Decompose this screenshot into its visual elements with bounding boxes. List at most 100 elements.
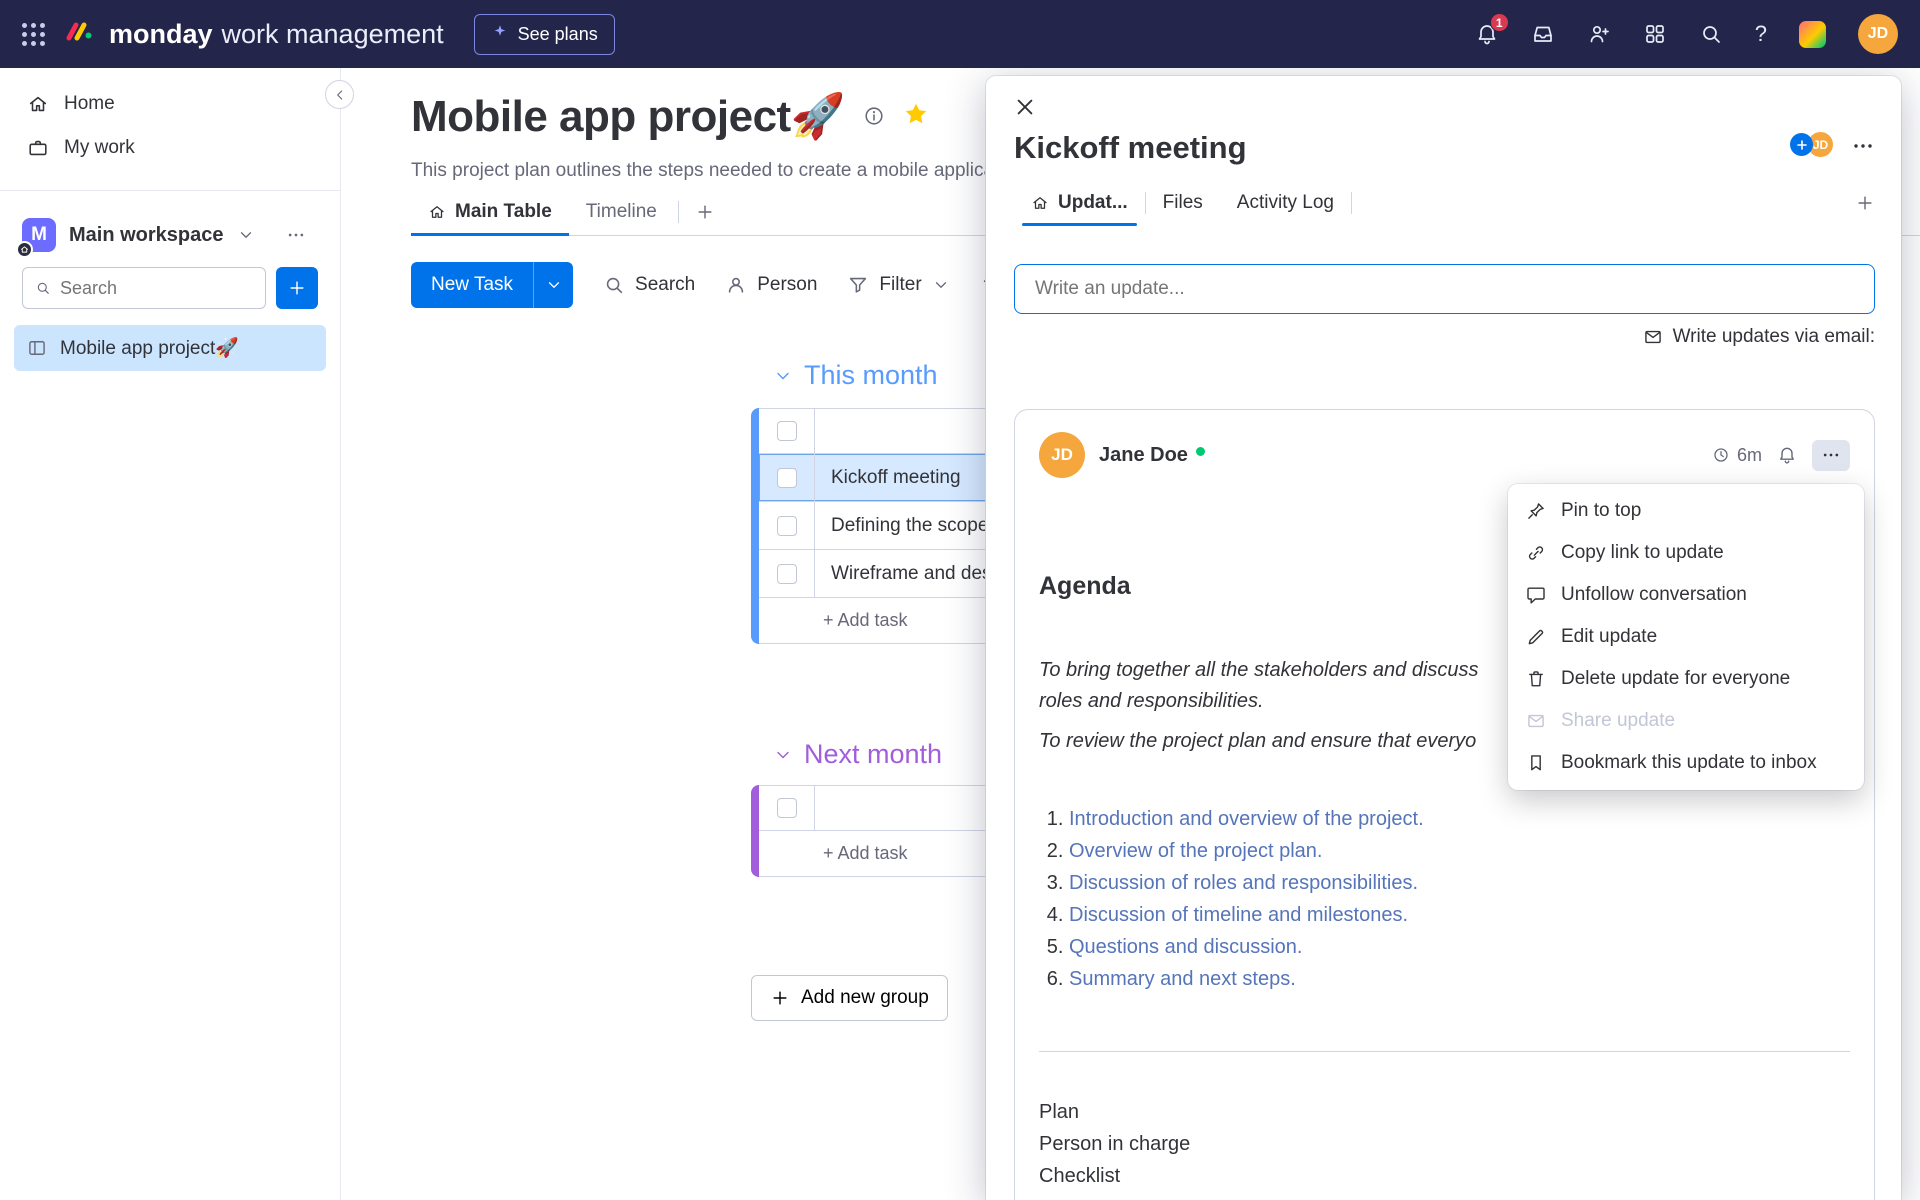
menu-item-label: Edit update <box>1561 626 1657 648</box>
tab-files[interactable]: Files <box>1146 180 1220 226</box>
sidebar-item-home[interactable]: Home <box>0 82 340 126</box>
workspace-more-icon[interactable] <box>286 225 306 245</box>
update-divider <box>1039 1051 1850 1052</box>
chevron-down-icon <box>932 276 950 294</box>
close-icon[interactable] <box>1014 96 1036 118</box>
author-name: Jane Doe <box>1099 444 1205 467</box>
add-new-group-button[interactable]: Add new group <box>751 975 948 1021</box>
tab-label: Files <box>1163 192 1203 214</box>
invite-members-icon[interactable] <box>1587 22 1611 46</box>
author-avatar[interactable]: JD <box>1039 432 1085 478</box>
notifications-bell-icon[interactable]: 1 <box>1475 22 1499 46</box>
panel-subscribers: JD <box>1790 130 1835 159</box>
pencil-icon <box>1526 627 1546 647</box>
tab-label: Updat... <box>1058 192 1128 214</box>
inbox-tray-icon[interactable] <box>1531 22 1555 46</box>
toolbar-search-label: Search <box>635 274 695 296</box>
update-context-menu: Pin to top Copy link to update Unfollow … <box>1508 484 1864 790</box>
see-plans-label: See plans <box>518 24 598 45</box>
chevron-down-icon[interactable] <box>773 745 793 765</box>
new-task-button[interactable]: New Task <box>411 262 573 308</box>
update-composer-input[interactable] <box>1035 278 1854 300</box>
chevron-down-icon[interactable] <box>237 226 255 244</box>
apps-marketplace-icon[interactable] <box>1643 22 1667 46</box>
user-avatar[interactable]: JD <box>1858 14 1898 54</box>
search-icon[interactable] <box>1699 22 1723 46</box>
update-composer[interactable] <box>1014 264 1875 314</box>
tab-updates[interactable]: Updat... <box>1014 180 1145 226</box>
workspace-home-badge-icon <box>16 241 33 258</box>
see-plans-button[interactable]: See plans <box>474 14 615 55</box>
menu-item-label: Delete update for everyone <box>1561 668 1790 690</box>
menu-item-unfollow-conversation[interactable]: Unfollow conversation <box>1508 574 1864 616</box>
help-icon[interactable]: ? <box>1755 21 1767 47</box>
tab-activity-log[interactable]: Activity Log <box>1220 180 1351 226</box>
workspace-row[interactable]: M Main workspace <box>0 213 340 257</box>
select-all-checkbox[interactable] <box>777 798 797 818</box>
agenda-link[interactable]: Overview of the project plan. <box>1069 840 1322 862</box>
sidebar-item-my-work[interactable]: My work <box>0 126 340 170</box>
task-name[interactable]: Defining the scope <box>831 515 988 537</box>
agenda-link[interactable]: Introduction and overview of the project… <box>1069 808 1424 830</box>
row-checkbox[interactable] <box>777 516 797 536</box>
add-view-button[interactable] <box>683 202 727 222</box>
group-header-this-month[interactable]: This month <box>773 360 938 391</box>
toolbar-filter-label: Filter <box>879 274 921 296</box>
row-checkbox[interactable] <box>777 564 797 584</box>
info-icon[interactable] <box>863 105 885 127</box>
new-task-dropdown[interactable] <box>533 262 573 308</box>
task-detail-panel: Kickoff meeting JD Updat... Files Activi… <box>986 76 1901 1200</box>
board-title[interactable]: Mobile app project🚀 <box>411 90 845 142</box>
menu-item-bookmark-update[interactable]: Bookmark this update to inbox <box>1508 742 1864 784</box>
sidebar-collapse-button[interactable] <box>325 80 354 109</box>
task-name[interactable]: Kickoff meeting <box>831 467 961 489</box>
menu-item-copy-link[interactable]: Copy link to update <box>1508 532 1864 574</box>
footer-line: Plan <box>1039 1096 1850 1128</box>
sidebar-search-input[interactable] <box>60 278 253 299</box>
group-header-next-month[interactable]: Next month <box>773 739 942 770</box>
workspace-avatar: M <box>22 218 56 252</box>
tab-label: Timeline <box>586 201 657 223</box>
select-all-checkbox[interactable] <box>777 421 797 441</box>
clock-icon <box>1712 446 1730 464</box>
add-tab-button[interactable] <box>1855 193 1875 213</box>
pin-icon <box>1526 501 1546 521</box>
brand-light: work management <box>222 19 444 50</box>
menu-item-edit-update[interactable]: Edit update <box>1508 616 1864 658</box>
toolbar-person-filter[interactable]: Person <box>725 274 817 296</box>
agenda-link[interactable]: Questions and discussion. <box>1069 936 1302 958</box>
panel-more-icon[interactable] <box>1851 134 1875 158</box>
chevron-down-icon[interactable] <box>773 366 793 386</box>
agenda-link[interactable]: Discussion of timeline and milestones. <box>1069 904 1408 926</box>
sidebar-search-box[interactable] <box>22 267 266 309</box>
home-icon <box>27 93 49 115</box>
row-checkbox[interactable] <box>777 468 797 488</box>
agenda-list-item: Introduction and overview of the project… <box>1069 803 1850 835</box>
update-more-button[interactable] <box>1812 440 1850 471</box>
tab-label: Activity Log <box>1237 192 1334 214</box>
online-status-dot <box>1196 447 1205 456</box>
menu-item-pin-to-top[interactable]: Pin to top <box>1508 490 1864 532</box>
topbar-actions: 1 ? JD <box>1475 14 1898 54</box>
agenda-link[interactable]: Summary and next steps. <box>1069 968 1296 990</box>
notification-badge: 1 <box>1490 13 1509 32</box>
add-board-button[interactable] <box>276 267 318 309</box>
menu-item-delete-update[interactable]: Delete update for everyone <box>1508 658 1864 700</box>
apps-grid-icon[interactable] <box>22 23 45 46</box>
menu-item-label: Copy link to update <box>1561 542 1724 564</box>
tab-timeline[interactable]: Timeline <box>569 188 674 236</box>
product-switcher-icon[interactable] <box>1799 21 1826 48</box>
toolbar-search[interactable]: Search <box>603 274 695 296</box>
email-updates-hint[interactable]: Write updates via email: <box>1643 326 1875 348</box>
favorite-star-icon[interactable] <box>903 101 929 132</box>
person-icon <box>725 274 747 296</box>
footer-line: Checklist <box>1039 1160 1850 1192</box>
sidebar-board-item[interactable]: Mobile app project🚀 <box>14 325 326 371</box>
add-subscriber-button[interactable] <box>1790 133 1813 156</box>
tab-main-table[interactable]: Main Table <box>411 188 569 236</box>
toolbar-filter[interactable]: Filter <box>847 274 949 296</box>
funnel-icon <box>847 274 869 296</box>
plus-icon <box>695 202 715 222</box>
update-bell-icon[interactable] <box>1777 445 1797 465</box>
agenda-link[interactable]: Discussion of roles and responsibilities… <box>1069 872 1418 894</box>
